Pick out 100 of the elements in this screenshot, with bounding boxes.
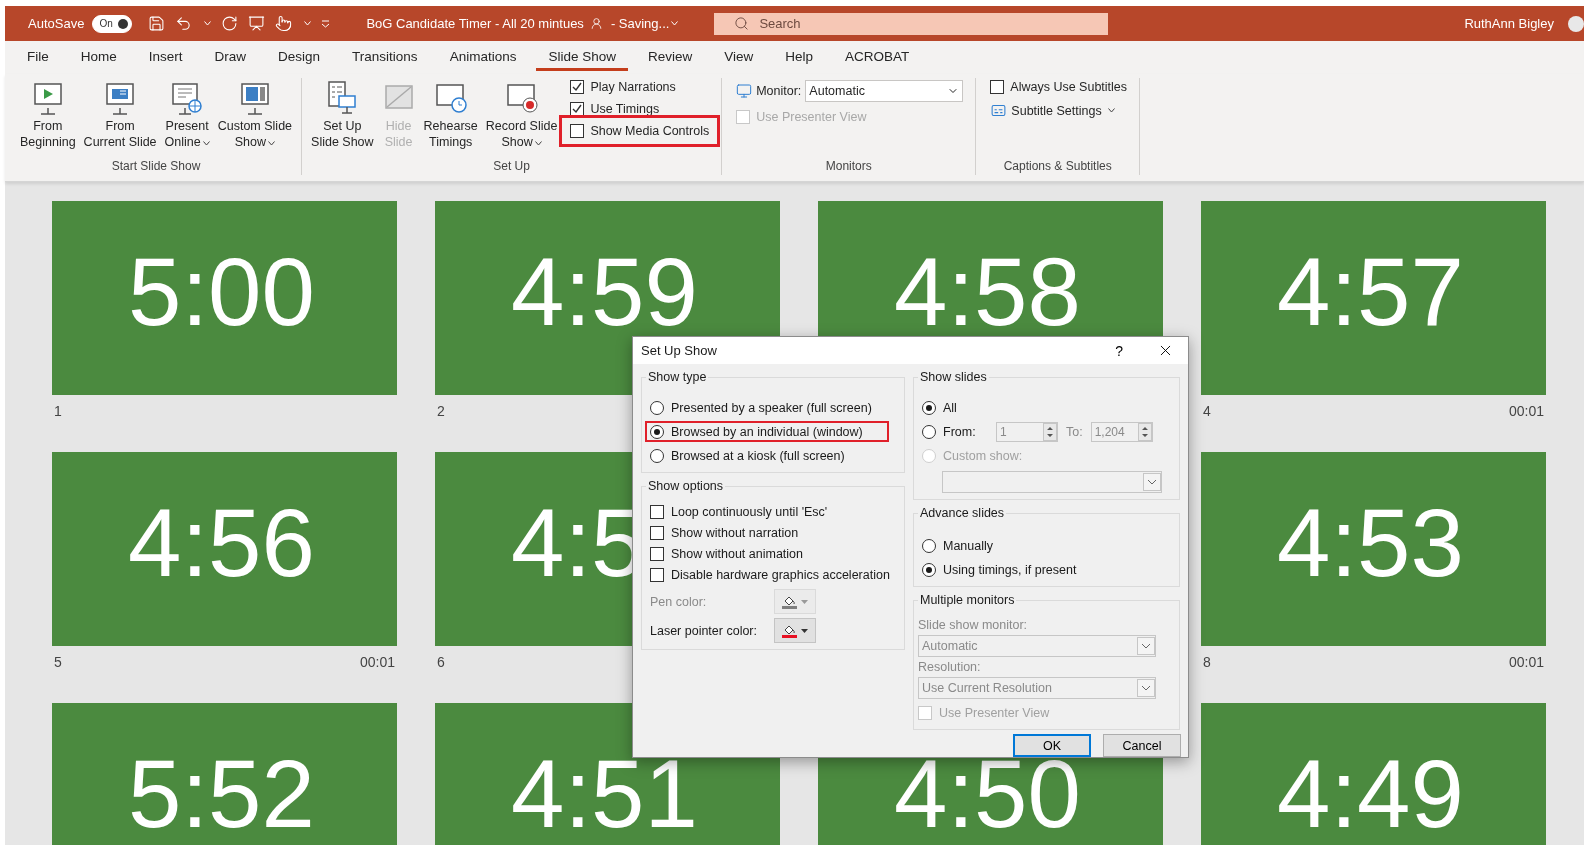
radio-button[interactable] <box>922 562 936 577</box>
group-label: Set Up <box>492 159 531 175</box>
radio-option[interactable]: Manually <box>917 535 998 556</box>
save-icon[interactable] <box>148 15 166 32</box>
slide-timing: 00:01 <box>1508 403 1544 419</box>
checkbox[interactable] <box>650 504 664 519</box>
radio-option[interactable]: Presented by a speaker (full screen) <box>645 397 876 418</box>
group-label: Monitors <box>824 159 873 175</box>
spin-arrows-icon[interactable] <box>1137 422 1152 441</box>
group-title: Show options <box>647 479 725 493</box>
color-picker-button[interactable] <box>774 618 816 643</box>
radio-button[interactable] <box>922 400 936 415</box>
field-label: Slide show monitor: <box>918 618 1029 632</box>
avatar-icon[interactable] <box>1568 15 1584 32</box>
dialog-button[interactable]: OK <box>1013 734 1091 757</box>
radio-button[interactable] <box>650 448 664 463</box>
radio-option[interactable]: All <box>917 397 961 418</box>
radio-button[interactable] <box>922 538 936 553</box>
slide-thumbnail[interactable]: 5:00 <box>52 201 397 395</box>
ribbon-button[interactable]: Custom Slide Show <box>214 78 296 159</box>
checkbox[interactable] <box>570 80 585 94</box>
radio-button[interactable] <box>922 424 936 439</box>
autosave-toggle[interactable]: On <box>92 14 133 33</box>
menu-tab[interactable]: Insert <box>136 45 195 71</box>
user-name[interactable]: RuthAnn Bigley <box>1464 16 1554 31</box>
radio-button[interactable] <box>650 400 664 415</box>
radio-option[interactable]: Browsed by an individual (window) <box>645 421 889 442</box>
menu-tab[interactable]: Animations <box>437 45 529 71</box>
menu-tab[interactable]: Draw <box>202 45 259 71</box>
field-label: Resolution: <box>918 660 982 674</box>
search-field[interactable]: Search <box>714 12 1109 35</box>
redo-icon[interactable] <box>221 15 239 32</box>
checkbox-option[interactable]: Show Media Controls <box>559 115 721 147</box>
color-label: Laser pointer color: <box>650 623 758 638</box>
help-button[interactable]: ? <box>1107 342 1131 359</box>
group-label: Captions & Subtitles <box>1002 159 1113 175</box>
menu-tab[interactable]: File <box>15 45 61 71</box>
ribbon-button[interactable]: Present Online <box>161 78 213 159</box>
caret-icon <box>304 21 312 26</box>
ribbon-button[interactable]: From Current Slide <box>80 78 160 159</box>
slide-thumbnail[interactable]: 4:56 <box>52 452 397 646</box>
caret-icon <box>204 21 212 26</box>
to-label: To: <box>1066 424 1083 439</box>
ribbon-button[interactable]: Rehearse Timings <box>420 78 481 159</box>
undo-icon[interactable] <box>175 15 193 32</box>
spin-arrows-icon[interactable] <box>1043 422 1057 441</box>
checkbox[interactable] <box>650 567 664 582</box>
globe-screen-icon <box>170 80 205 116</box>
checkbox[interactable] <box>570 102 585 116</box>
menu-tab[interactable]: Slide Show <box>536 45 628 71</box>
menu-tab[interactable]: Transitions <box>340 45 430 71</box>
checkbox[interactable] <box>650 525 664 540</box>
monitor-select[interactable]: Automatic <box>805 80 964 102</box>
radio-button[interactable] <box>650 424 664 439</box>
customize-icon[interactable] <box>321 19 331 28</box>
menu-tab[interactable]: Help <box>773 45 826 71</box>
slide-thumbnail[interactable]: 4:57 <box>1201 201 1546 395</box>
slide-thumbnail[interactable]: 5:52 <box>52 703 397 845</box>
slide-number: 4 <box>1203 403 1211 419</box>
touch-icon[interactable] <box>275 15 293 32</box>
dialog-button[interactable]: Cancel <box>1103 734 1181 757</box>
group-title: Advance slides <box>919 506 1006 520</box>
caret-icon <box>801 628 808 633</box>
menu-tab[interactable]: ACROBAT <box>833 45 922 71</box>
captions-icon <box>990 102 1008 119</box>
group-label: Start Slide Show <box>110 159 202 175</box>
subtitle-settings-button[interactable]: Subtitle Settings <box>990 102 1128 119</box>
slide-number: 5 <box>54 654 62 670</box>
slide-timing: 00:01 <box>1508 654 1544 670</box>
group-title: Show slides <box>919 370 988 384</box>
save-status: - Saving... <box>610 16 670 31</box>
menu-tab[interactable]: Design <box>266 45 333 71</box>
checkbox-option[interactable]: Always Use Subtitles <box>979 71 1139 103</box>
monitor-icon <box>736 83 753 99</box>
search-icon <box>734 16 750 31</box>
person-icon <box>589 17 603 30</box>
color-label: Pen color: <box>650 594 708 609</box>
ribbon-button[interactable]: Set Up Slide Show <box>308 78 377 159</box>
slide-number: 2 <box>437 403 445 419</box>
slide-number: 8 <box>1203 654 1211 670</box>
group-title: Show type <box>647 370 708 384</box>
slide-timing: 00:01 <box>359 654 395 670</box>
dialog-title: Set Up Show <box>641 343 717 358</box>
autosave-label: AutoSave <box>28 16 85 31</box>
document-title: BoG Candidate Timer - All 20 mintues <box>366 16 584 31</box>
slide-number: 6 <box>437 654 445 670</box>
checkbox[interactable] <box>650 546 664 561</box>
presenter-icon[interactable] <box>248 15 266 32</box>
radio-option[interactable]: Using timings, if present <box>917 559 1081 580</box>
ribbon-button[interactable]: From Beginning <box>17 78 79 159</box>
checkbox[interactable] <box>990 80 1005 94</box>
slide-thumbnail[interactable]: 4:53 <box>1201 452 1546 646</box>
radio-option[interactable]: From: <box>917 421 992 442</box>
checkbox[interactable] <box>570 124 585 138</box>
menu-tab[interactable]: Review <box>635 45 705 71</box>
menu-tab[interactable]: View <box>712 45 766 71</box>
slide-number: 1 <box>54 403 62 419</box>
menu-tab[interactable]: Home <box>68 45 129 71</box>
slide-thumbnail[interactable]: 4:49 <box>1201 703 1546 845</box>
ribbon-button[interactable]: Record Slide Show <box>482 78 561 159</box>
